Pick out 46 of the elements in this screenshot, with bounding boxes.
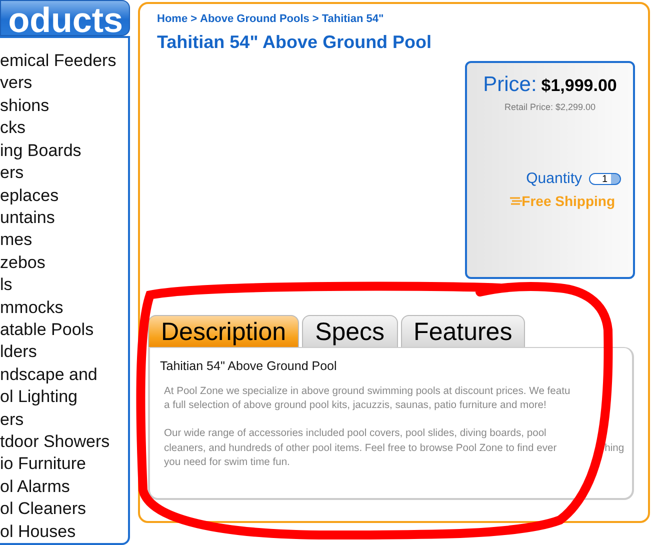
category-link[interactable]: emical Feeders: [0, 50, 116, 72]
category-link[interactable]: ol Houses: [0, 520, 76, 543]
category-link[interactable]: tdoor Showers: [0, 430, 110, 454]
category-link[interactable]: ndscape and: [0, 364, 98, 386]
description-text: cleaners, and hundreds of other pool items. Feel free to browse Pool Zone to find ever: [164, 442, 557, 454]
category-link[interactable]: cks: [0, 117, 26, 140]
quantity-field[interactable]: 1: [589, 173, 621, 186]
breadcrumb-link[interactable]: Above Ground Pools: [200, 11, 310, 28]
category-link[interactable]: ol Alarms: [0, 476, 70, 498]
description-text: At Pool Zone we specialize in above ground swimming pools at discount prices. We featu: [164, 386, 570, 397]
category-link[interactable]: ers: [0, 162, 24, 184]
tab[interactable]: Specs: [302, 315, 398, 348]
description-text: a full selection of above ground pool kits, jacuzzis, saunas, patio furniture and more!: [164, 400, 546, 412]
free-shipping-text: Free Shipping: [522, 192, 615, 211]
quantity-label: Quantity: [526, 169, 582, 190]
category-link[interactable]: ers: [0, 408, 24, 431]
description-text: Our wide range of accessories included pool covers, pool slides, diving boards, pool: [164, 428, 546, 440]
category-link[interactable]: mes: [0, 229, 32, 252]
category-link[interactable]: shions: [0, 94, 50, 118]
breadcrumb-separator: >: [190, 12, 197, 27]
category-link[interactable]: untains: [0, 206, 55, 230]
category-link[interactable]: ls: [0, 274, 12, 297]
price-label: Price:: [483, 73, 537, 96]
sidebar-header: oducts: [0, 0, 130, 36]
category-link[interactable]: atable Pools: [0, 318, 94, 342]
category-link[interactable]: mmocks: [0, 296, 64, 319]
category-link[interactable]: eplaces: [0, 184, 59, 207]
speed-lines-icon: [510, 196, 522, 206]
tab[interactable]: Description: [148, 315, 300, 348]
price-value: $1,999.00: [541, 76, 617, 96]
category-link[interactable]: lders: [0, 341, 37, 364]
description-text: you need for swim time fun.: [164, 457, 290, 468]
tab[interactable]: Features: [400, 315, 526, 348]
breadcrumb-separator: >: [312, 12, 319, 27]
product-title: Tahitian 54" Above Ground Pool: [157, 32, 433, 54]
category-link[interactable]: io Furniture: [0, 453, 86, 476]
breadcrumb-link[interactable]: Tahitian 54": [322, 11, 384, 28]
category-link[interactable]: zebos: [0, 252, 46, 274]
category-link[interactable]: ol Lighting: [0, 386, 78, 409]
description-heading: Tahitian 54" Above Ground Pool: [160, 358, 338, 376]
category-link[interactable]: vers: [0, 72, 32, 95]
breadcrumb-link[interactable]: Home: [157, 11, 188, 28]
category-link[interactable]: ol Cleaners: [0, 498, 86, 521]
category-link[interactable]: ing Boards: [0, 140, 82, 162]
description-text: hing: [604, 442, 624, 454]
retail-price: Retail Price: $2,299.00: [504, 100, 596, 114]
